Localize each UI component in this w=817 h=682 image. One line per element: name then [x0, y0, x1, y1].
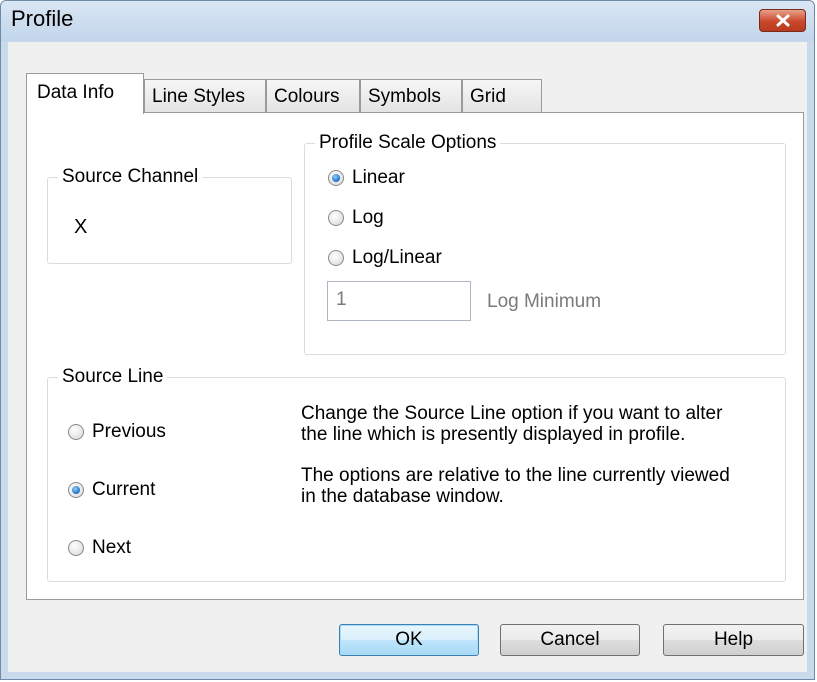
- radio-button-checked[interactable]: [328, 170, 344, 186]
- source-line-help: Change the Source Line option if you wan…: [301, 403, 741, 527]
- profile-scale-options-legend: Profile Scale Options: [315, 132, 501, 154]
- cancel-button[interactable]: Cancel: [500, 624, 640, 656]
- radio-button[interactable]: [328, 250, 344, 266]
- radio-button[interactable]: [328, 210, 344, 226]
- source-channel-value: X: [74, 216, 88, 238]
- help-button[interactable]: Help: [663, 624, 804, 656]
- source-line-legend: Source Line: [58, 366, 168, 388]
- tab-label: Line Styles: [152, 86, 245, 107]
- title-bar[interactable]: Profile: [1, 1, 814, 41]
- tab-label: Colours: [274, 86, 340, 107]
- close-icon: [776, 14, 789, 27]
- source-line-group: Source Line Previous Current Next Change…: [47, 366, 786, 582]
- radio-label: Next: [92, 537, 132, 558]
- radio-button[interactable]: [68, 540, 84, 556]
- radio-label: Previous: [92, 421, 166, 442]
- help-paragraph: Change the Source Line option if you wan…: [301, 403, 723, 445]
- source-channel-legend: Source Channel: [58, 166, 203, 188]
- profile-dialog: Profile Data Info Line Styles Colours Sy…: [0, 0, 815, 680]
- radio-label: Linear: [352, 167, 405, 188]
- source-channel-group: Source Channel X: [47, 166, 292, 264]
- radio-button-checked[interactable]: [68, 482, 84, 498]
- radio-button[interactable]: [68, 424, 84, 440]
- tab-colours[interactable]: Colours: [266, 79, 360, 113]
- radio-log[interactable]: Log: [328, 207, 384, 229]
- tab-data-info[interactable]: Data Info: [26, 73, 144, 114]
- radio-label: Log/Linear: [352, 247, 442, 268]
- radio-log-linear[interactable]: Log/Linear: [328, 247, 442, 269]
- dialog-body: Data Info Line Styles Colours Symbols Gr…: [8, 42, 807, 672]
- help-paragraph: The options are relative to the line cur…: [301, 465, 730, 507]
- tab-symbols[interactable]: Symbols: [360, 79, 462, 113]
- profile-scale-options-group: Profile Scale Options Linear Log Log/Lin…: [304, 132, 786, 355]
- tab-label: Symbols: [368, 86, 441, 107]
- tab-label: Data Info: [37, 82, 115, 103]
- radio-label: Current: [92, 479, 156, 500]
- radio-current[interactable]: Current: [68, 479, 155, 501]
- tab-panel-data-info: Source Channel X Profile Scale Options L…: [26, 112, 804, 600]
- log-minimum-input[interactable]: 1: [327, 281, 471, 321]
- tab-line-styles[interactable]: Line Styles: [144, 79, 266, 113]
- tab-label: Grid: [470, 86, 506, 107]
- tab-grid[interactable]: Grid: [462, 79, 542, 113]
- radio-label: Log: [352, 207, 384, 228]
- close-button[interactable]: [759, 9, 806, 32]
- radio-previous[interactable]: Previous: [68, 421, 166, 443]
- log-minimum-label: Log Minimum: [487, 291, 602, 312]
- window-title: Profile: [11, 6, 74, 31]
- radio-next[interactable]: Next: [68, 537, 131, 559]
- ok-button[interactable]: OK: [339, 624, 479, 656]
- radio-linear[interactable]: Linear: [328, 167, 405, 189]
